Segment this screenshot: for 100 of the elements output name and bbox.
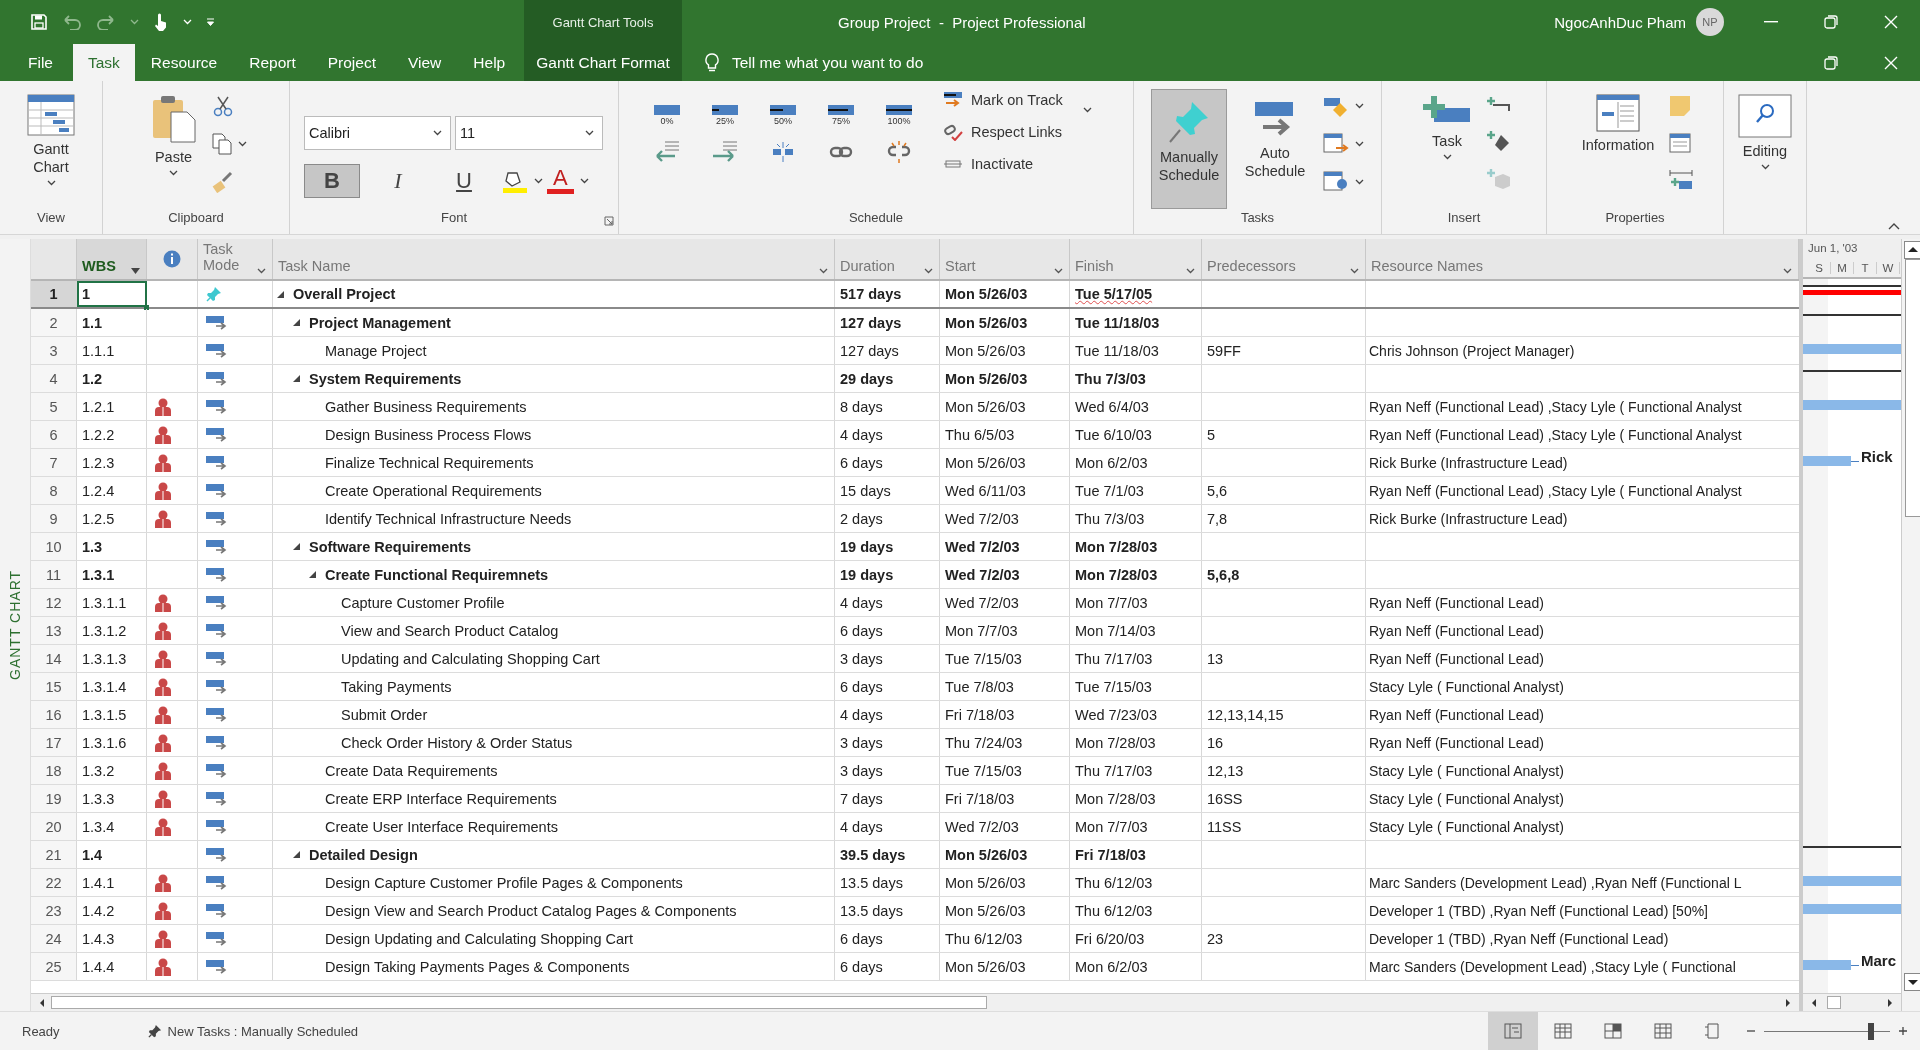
row-number[interactable]: 16: [31, 701, 77, 728]
row-number[interactable]: 3: [31, 337, 77, 364]
user-avatar[interactable]: NP: [1696, 8, 1724, 36]
font-size-field[interactable]: 11: [455, 115, 603, 150]
insert-summary-icon[interactable]: [1487, 95, 1511, 113]
font-style-button[interactable]: U: [436, 163, 492, 198]
column-header[interactable]: Task Mode: [198, 239, 273, 279]
row-number[interactable]: 24: [31, 925, 77, 952]
redo-icon[interactable]: [96, 14, 116, 30]
caret-icon[interactable]: [130, 19, 139, 25]
touch-icon[interactable]: [153, 12, 169, 32]
customize-icon[interactable]: [206, 17, 215, 27]
row-number[interactable]: 23: [31, 897, 77, 924]
details-icon[interactable]: [1669, 133, 1692, 153]
row-number[interactable]: 19: [31, 785, 77, 812]
percent-complete-button[interactable]: 100%: [886, 105, 912, 126]
cut-icon[interactable]: [211, 95, 234, 117]
schedule-command[interactable]: Mark on Track: [943, 91, 1063, 109]
row-number[interactable]: 11: [31, 561, 77, 588]
dialog-launcher-icon[interactable]: [604, 216, 614, 226]
row-number[interactable]: 10: [31, 533, 77, 560]
ribbon-tab[interactable]: Resource: [134, 44, 234, 81]
new-tasks-mode[interactable]: New Tasks : Manually Scheduled: [167, 1023, 359, 1039]
filter-icon[interactable]: [819, 268, 828, 274]
row-number[interactable]: 22: [31, 869, 77, 896]
row-number[interactable]: 2: [31, 309, 77, 336]
filter-icon[interactable]: [131, 268, 140, 274]
schedule-command[interactable]: Respect Links: [943, 123, 1063, 141]
undo-icon[interactable]: [62, 14, 82, 30]
scroll-thumb[interactable]: [51, 996, 987, 1009]
row-number[interactable]: 7: [31, 449, 77, 476]
filter-icon[interactable]: [1054, 268, 1063, 274]
calendar-icon[interactable]: [1323, 133, 1349, 155]
ribbon-tab[interactable]: Report: [233, 44, 312, 81]
indent-icon[interactable]: [711, 140, 739, 164]
collapse-icon[interactable]: [293, 375, 300, 382]
collapse-icon[interactable]: [309, 571, 316, 578]
paste-button[interactable]: Paste: [145, 89, 202, 182]
ribbon-tab[interactable]: Task: [73, 44, 135, 81]
row-number[interactable]: 12: [31, 589, 77, 616]
calendar-help-icon[interactable]: [1323, 171, 1349, 193]
insert-task-button[interactable]: Task: [1417, 89, 1477, 166]
filter-icon[interactable]: [1783, 268, 1792, 274]
ribbon-tab[interactable]: Project: [311, 44, 392, 81]
column-header[interactable]: Start: [940, 239, 1070, 279]
collapse-icon[interactable]: [293, 319, 300, 326]
row-number[interactable]: 8: [31, 477, 77, 504]
minimize-icon[interactable]: [1764, 21, 1778, 23]
row-number[interactable]: 13: [31, 617, 77, 644]
ribbon-tab[interactable]: File: [10, 44, 73, 81]
collapse-icon[interactable]: [293, 851, 300, 858]
collapse-icon[interactable]: [277, 290, 284, 298]
gantt-chart-button[interactable]: Gantt Chart: [16, 89, 86, 192]
column-header[interactable]: Predecessors: [1202, 239, 1366, 279]
filter-icon[interactable]: [257, 268, 266, 274]
collapse-icon[interactable]: [293, 543, 300, 550]
scroll-thumb[interactable]: [1827, 996, 1841, 1009]
unlink-icon[interactable]: [887, 140, 911, 164]
filter-icon[interactable]: [1186, 268, 1195, 274]
user-name[interactable]: NgocAnhDuc Pham: [1554, 13, 1686, 31]
column-header[interactable]: Duration: [835, 239, 940, 279]
ribbon-tab[interactable]: View: [392, 44, 458, 81]
row-number[interactable]: 14: [31, 645, 77, 672]
font-style-button[interactable]: B: [304, 163, 360, 198]
split-task-icon[interactable]: [771, 140, 795, 164]
row-number[interactable]: 9: [31, 505, 77, 532]
row-number[interactable]: 5: [31, 393, 77, 420]
percent-complete-button[interactable]: 50%: [770, 105, 796, 126]
timeline-icon[interactable]: [1669, 169, 1694, 191]
ribbon-tab[interactable]: Gantt Chart Format: [524, 44, 682, 81]
restore-icon[interactable]: [1824, 15, 1838, 29]
row-number[interactable]: 25: [31, 953, 77, 980]
row-number[interactable]: 1: [31, 281, 77, 307]
percent-complete-button[interactable]: 25%: [712, 105, 738, 126]
row-number[interactable]: 4: [31, 365, 77, 392]
zoom-in-icon[interactable]: [1898, 1026, 1908, 1036]
information-button[interactable]: Information: [1576, 89, 1660, 160]
row-number[interactable]: 20: [31, 813, 77, 840]
zoom-slider-thumb[interactable]: [1868, 1022, 1875, 1040]
column-header[interactable]: WBS: [77, 239, 147, 279]
copy-icon[interactable]: [211, 133, 232, 155]
outdent-icon[interactable]: [653, 140, 681, 164]
insert-milestone-icon[interactable]: [1487, 129, 1511, 151]
scroll-up-icon[interactable]: [1903, 241, 1920, 259]
row-number[interactable]: 6: [31, 421, 77, 448]
scroll-down-icon[interactable]: [1903, 973, 1920, 991]
filter-icon[interactable]: [924, 268, 933, 274]
column-header[interactable]: Task Name: [273, 239, 835, 279]
save-icon[interactable]: [30, 13, 48, 31]
inspect-icon[interactable]: [1323, 95, 1349, 117]
row-number[interactable]: 21: [31, 841, 77, 868]
percent-complete-button[interactable]: 75%: [828, 105, 854, 126]
ribbon-tab[interactable]: Help: [457, 44, 522, 81]
restore-icon[interactable]: [1824, 55, 1838, 70]
font-color-button[interactable]: A: [547, 167, 574, 194]
schedule-mode-button[interactable]: Auto Schedule: [1237, 89, 1313, 209]
schedule-command[interactable]: Inactivate: [943, 155, 1063, 173]
close-icon[interactable]: [1884, 55, 1898, 70]
format-painter-icon[interactable]: [211, 171, 234, 193]
filter-icon[interactable]: [1350, 268, 1359, 274]
